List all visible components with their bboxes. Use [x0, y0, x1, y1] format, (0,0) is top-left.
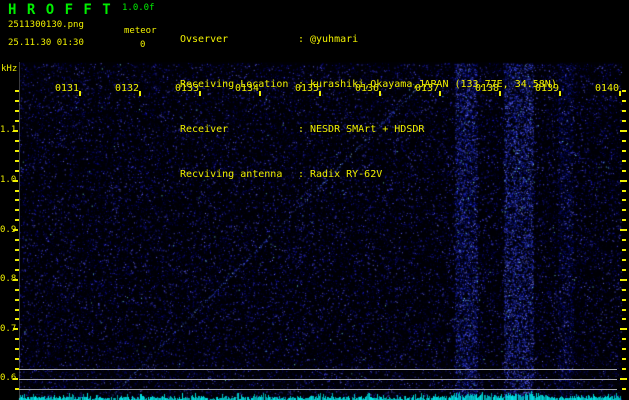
time-axis-tick [139, 91, 141, 96]
freq-major-tick-right [620, 279, 627, 281]
time-axis-tick [619, 91, 621, 96]
freq-axis-unit-label: kHz [1, 64, 18, 74]
freq-minor-tick-right [622, 368, 626, 370]
time-axis-label: 0137 [415, 83, 440, 94]
freq-minor-tick-right [622, 348, 626, 350]
freq-minor-tick-right [622, 318, 626, 320]
freq-minor-tick-right [622, 358, 626, 360]
time-axis-label: 0134 [235, 83, 260, 94]
freq-minor-tick-right [622, 120, 626, 122]
freq-major-tick-right [620, 229, 627, 231]
freq-major-tick-left [13, 328, 18, 330]
freq-minor-tick-right [622, 338, 626, 340]
freq-minor-tick-right [622, 209, 626, 211]
hrofft-window: H R O F F T 1.0.0f 2511300130.png meteor… [0, 0, 629, 400]
freq-minor-tick-right [622, 289, 626, 291]
reference-line [19, 389, 617, 390]
freq-minor-tick-right [622, 150, 626, 152]
freq-minor-tick-right [622, 259, 626, 261]
time-axis-tick [379, 91, 381, 96]
freq-minor-tick-right [622, 110, 626, 112]
freq-minor-tick-right [622, 140, 626, 142]
axis-layer: kHz 1.1 1.0 0.9 0.8 0.7 0.6 0131 0132 0133 0134 013… [0, 0, 629, 400]
freq-major-tick-right [620, 130, 627, 132]
time-axis-tick [259, 91, 261, 96]
time-axis-label: 0140 [595, 83, 620, 94]
time-axis-tick [559, 91, 561, 96]
time-axis-tick [439, 91, 441, 96]
freq-minor-tick-right [622, 299, 626, 301]
freq-minor-tick-right [622, 239, 626, 241]
time-axis-label: 0138 [475, 83, 500, 94]
freq-major-tick-left [13, 180, 18, 182]
time-axis-label: 0133 [175, 83, 200, 94]
time-axis-label: 0135 [295, 83, 320, 94]
freq-major-tick-right [620, 180, 627, 182]
freq-minor-tick-right [622, 170, 626, 172]
freq-major-tick-left [13, 279, 18, 281]
freq-major-tick-left [13, 378, 18, 380]
freq-minor-tick-right [622, 249, 626, 251]
time-axis-label: 0132 [115, 83, 140, 94]
freq-minor-tick-right [622, 160, 626, 162]
freq-major-tick-right [620, 328, 627, 330]
time-axis-label: 0131 [55, 83, 80, 94]
freq-minor-tick-right [622, 190, 626, 192]
time-axis-tick [319, 91, 321, 96]
freq-minor-tick-right [622, 388, 626, 390]
freq-minor-tick-right [622, 100, 626, 102]
freq-minor-tick-right [622, 219, 626, 221]
freq-minor-tick-right [622, 90, 626, 92]
reference-line [19, 379, 617, 380]
time-axis-tick [79, 91, 81, 96]
time-axis-label: 0136 [355, 83, 380, 94]
freq-major-tick-left [13, 130, 18, 132]
freq-minor-tick-right [622, 309, 626, 311]
time-axis-label: 0139 [535, 83, 560, 94]
freq-major-tick-left [13, 229, 18, 231]
plot-left-border [19, 62, 20, 400]
reference-line [19, 369, 617, 370]
time-axis-tick [199, 91, 201, 96]
freq-major-tick-right [620, 378, 627, 380]
time-axis-tick [499, 91, 501, 96]
freq-minor-tick-right [622, 269, 626, 271]
freq-minor-tick-right [622, 199, 626, 201]
